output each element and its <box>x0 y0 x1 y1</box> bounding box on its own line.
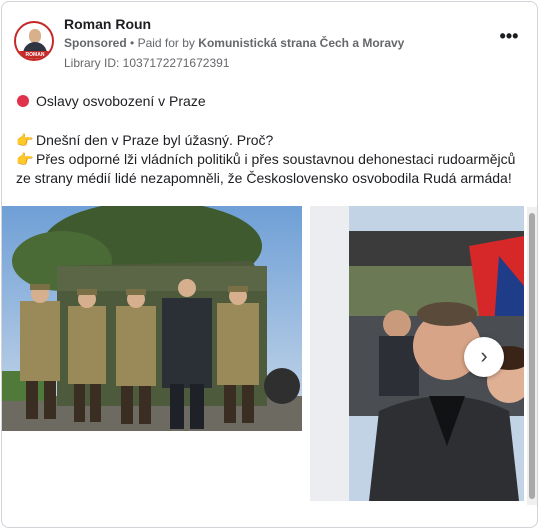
red-circle-icon <box>16 92 36 112</box>
ad-header: ROMAN ROUN Roman Roun Sponsored • Paid f… <box>14 13 525 70</box>
separator-dot: • <box>130 36 138 50</box>
ad-card: ROMAN ROUN Roman Roun Sponsored • Paid f… <box>1 1 538 528</box>
carousel-gap <box>310 206 350 501</box>
soldiers-photo <box>2 206 302 431</box>
pointing-hand-icon: 👉 <box>16 132 34 148</box>
scrollbar-thumb[interactable] <box>529 213 535 499</box>
carousel-image-1[interactable] <box>2 206 302 431</box>
post-line-title: Oslavy osvobození v Praze <box>16 92 523 112</box>
paid-for-prefix: Paid for by <box>137 36 195 50</box>
sponsored-line: Sponsored • Paid for by Komunistická str… <box>64 36 404 50</box>
library-id: Library ID: 1037172271672391 <box>64 56 230 70</box>
scrollbar[interactable] <box>527 207 537 505</box>
post-line-3: 👉 Přes odporné lži vládních politiků i př… <box>16 150 523 188</box>
post-text: Oslavy osvobození v Praze 👉 Dnešní den v… <box>16 92 523 188</box>
image-carousel[interactable]: › <box>2 206 537 506</box>
avatar-face <box>29 29 41 43</box>
advertiser-name[interactable]: Roman Roun <box>64 16 151 32</box>
post-text-3: Přes odporné lži vládních politiků i pře… <box>16 151 516 186</box>
avatar[interactable]: ROMAN ROUN <box>14 21 54 61</box>
avatar-caption: ROMAN ROUN <box>18 51 52 59</box>
post-text-2: Dnešní den v Praze byl úžasný. Proč? <box>36 132 274 148</box>
chevron-right-icon[interactable]: › <box>464 337 504 377</box>
post-line-2: 👉 Dnešní den v Praze byl úžasný. Proč? <box>16 131 523 150</box>
sponsored-label: Sponsored <box>64 36 127 50</box>
paid-for-by: Komunistická strana Čech a Moravy <box>198 36 405 50</box>
more-options-icon[interactable]: ••• <box>497 27 521 49</box>
post-title: Oslavy osvobození v Praze <box>36 93 206 109</box>
pointing-hand-icon: 👉 <box>16 151 34 167</box>
